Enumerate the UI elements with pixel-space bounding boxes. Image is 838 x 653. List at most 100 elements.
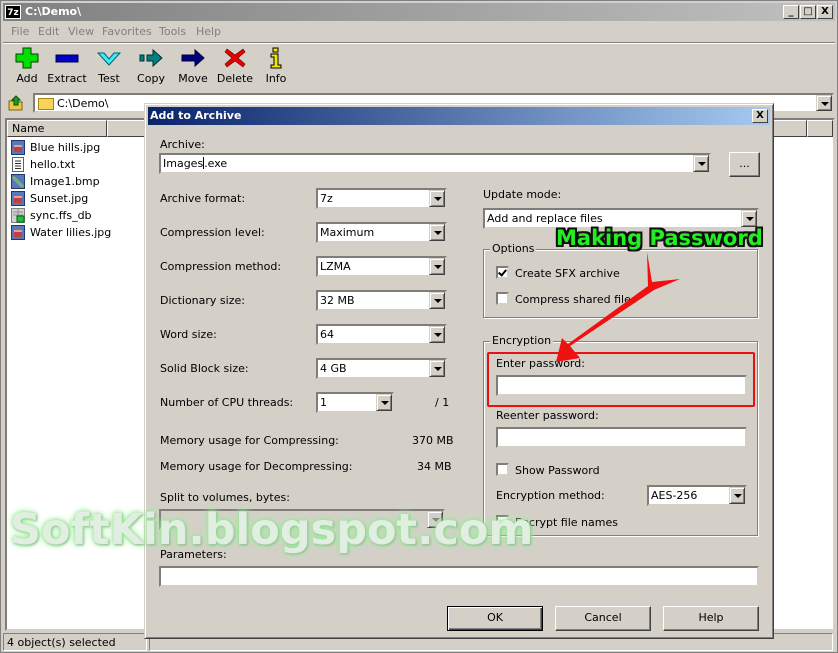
- show-password-label: Show Password: [515, 464, 600, 477]
- compression-method-select[interactable]: LZMA: [316, 256, 447, 277]
- help-button[interactable]: Help: [663, 606, 759, 631]
- minimize-button[interactable]: _: [783, 5, 799, 19]
- archive-input[interactable]: Images.exe: [159, 153, 711, 174]
- help-label: Help: [698, 611, 724, 624]
- memory-compress-value: 370 MB: [412, 434, 454, 447]
- test-button[interactable]: Test: [87, 45, 131, 89]
- archive-format-select[interactable]: 7z: [316, 188, 447, 209]
- copy-button[interactable]: Copy: [129, 45, 173, 89]
- encryption-method-dropdown-button[interactable]: [729, 487, 745, 504]
- file-name: Sunset.jpg: [30, 192, 89, 205]
- info-button[interactable]: Info: [254, 45, 298, 89]
- cancel-button[interactable]: Cancel: [555, 606, 651, 631]
- close-button[interactable]: X: [817, 5, 833, 19]
- dialog-title-bar: Add to Archive X: [148, 107, 770, 125]
- menu-edit[interactable]: Edit: [38, 25, 59, 38]
- dictionary-size-label: Dictionary size:: [160, 294, 245, 307]
- browse-button[interactable]: ...: [729, 152, 760, 177]
- cpu-threads-max: / 1: [435, 396, 450, 409]
- extract-button[interactable]: Extract: [45, 45, 89, 89]
- encryption-group-title: Encryption: [490, 334, 554, 347]
- column-header-name[interactable]: Name: [7, 120, 107, 137]
- minimize-icon: _: [788, 6, 794, 17]
- reenter-password-input[interactable]: [496, 427, 747, 448]
- check-chevron-icon: [97, 52, 121, 66]
- title-bar: 7z C:\Demo\ _ □ X: [3, 3, 835, 21]
- parameters-input[interactable]: [159, 566, 759, 587]
- split-volumes-dropdown-button[interactable]: [427, 511, 443, 528]
- test-label: Test: [98, 72, 120, 85]
- memory-decompress-label: Memory usage for Decompressing:: [160, 460, 353, 473]
- show-password-checkbox[interactable]: [496, 463, 509, 476]
- memory-compress-label: Memory usage for Compressing:: [160, 434, 339, 447]
- menu-favorites[interactable]: Favorites: [102, 25, 152, 38]
- annotation-arrow-icon: [556, 252, 680, 362]
- delete-label: Delete: [216, 72, 254, 85]
- image-file-icon: [11, 191, 25, 206]
- encrypt-names-label: Encrypt file names: [515, 516, 618, 529]
- menu-view[interactable]: View: [68, 25, 94, 38]
- menu-tools[interactable]: Tools: [159, 25, 186, 38]
- compression-method-value: LZMA: [320, 260, 351, 273]
- solid-block-size-dropdown-button[interactable]: [429, 360, 445, 377]
- cpu-threads-dropdown-button[interactable]: [376, 394, 392, 411]
- file-name: sync.ffs_db: [30, 209, 92, 222]
- archive-dropdown-button[interactable]: [693, 155, 709, 172]
- info-label: Info: [265, 72, 287, 85]
- archive-format-dropdown-button[interactable]: [429, 190, 445, 207]
- add-button[interactable]: Add: [5, 45, 49, 89]
- compression-level-dropdown-button[interactable]: [429, 224, 445, 241]
- create-sfx-checkbox[interactable]: [496, 266, 509, 279]
- close-icon: X: [821, 6, 829, 17]
- column-header-3[interactable]: [773, 120, 807, 137]
- compression-level-select[interactable]: Maximum: [316, 222, 447, 243]
- copy-label: Copy: [137, 72, 165, 85]
- text-file-icon: [12, 157, 24, 172]
- ok-button[interactable]: OK: [447, 606, 543, 631]
- column-header-4[interactable]: [807, 120, 833, 137]
- compress-shared-checkbox[interactable]: [496, 292, 509, 305]
- browse-label: ...: [739, 157, 750, 170]
- cpu-threads-select[interactable]: 1: [316, 392, 394, 413]
- image-file-icon: [11, 140, 25, 155]
- word-size-value: 64: [320, 328, 334, 341]
- status-selection: 4 object(s) selected: [3, 633, 147, 651]
- parameters-label: Parameters:: [160, 548, 227, 561]
- menu-help[interactable]: Help: [196, 25, 221, 38]
- ok-label: OK: [487, 611, 503, 624]
- minus-icon: [55, 54, 79, 63]
- annotation-label: Making Password: [556, 226, 763, 250]
- dictionary-size-select[interactable]: 32 MB: [316, 290, 447, 311]
- address-dropdown-button[interactable]: [816, 95, 832, 111]
- address-text: C:\Demo\: [57, 97, 109, 110]
- dialog-close-button[interactable]: X: [752, 109, 768, 123]
- folder-up-icon[interactable]: [7, 94, 25, 112]
- menu-bar: File Edit View Favorites Tools Help: [3, 22, 835, 42]
- update-mode-value: Add and replace files: [487, 212, 603, 225]
- compression-method-dropdown-button[interactable]: [429, 258, 445, 275]
- dictionary-size-dropdown-button[interactable]: [429, 292, 445, 309]
- column-name-label: Name: [12, 122, 45, 135]
- update-mode-dropdown-button[interactable]: [741, 210, 757, 227]
- encrypt-names-checkbox[interactable]: [496, 515, 509, 528]
- close-icon: X: [756, 110, 764, 121]
- word-size-label: Word size:: [160, 328, 217, 341]
- maximize-button[interactable]: □: [800, 5, 816, 19]
- compression-level-value: Maximum: [320, 226, 375, 239]
- delete-button[interactable]: Delete: [213, 45, 257, 89]
- split-volumes-select[interactable]: [159, 509, 445, 530]
- solid-block-size-select[interactable]: 4 GB: [316, 358, 447, 379]
- archive-value-part2: .exe: [204, 157, 228, 170]
- file-name: hello.txt: [30, 158, 76, 171]
- move-button[interactable]: Move: [171, 45, 215, 89]
- maximize-icon: □: [803, 6, 813, 17]
- word-size-select[interactable]: 64: [316, 324, 447, 345]
- encryption-method-label: Encryption method:: [496, 489, 605, 502]
- window-title: C:\Demo\: [25, 5, 82, 18]
- menu-file[interactable]: File: [11, 25, 29, 38]
- archive-format-value: 7z: [320, 192, 333, 205]
- encryption-method-select[interactable]: AES-256: [647, 485, 747, 506]
- file-name: Image1.bmp: [30, 175, 100, 188]
- copy-arrow-icon: [139, 48, 163, 68]
- word-size-dropdown-button[interactable]: [429, 326, 445, 343]
